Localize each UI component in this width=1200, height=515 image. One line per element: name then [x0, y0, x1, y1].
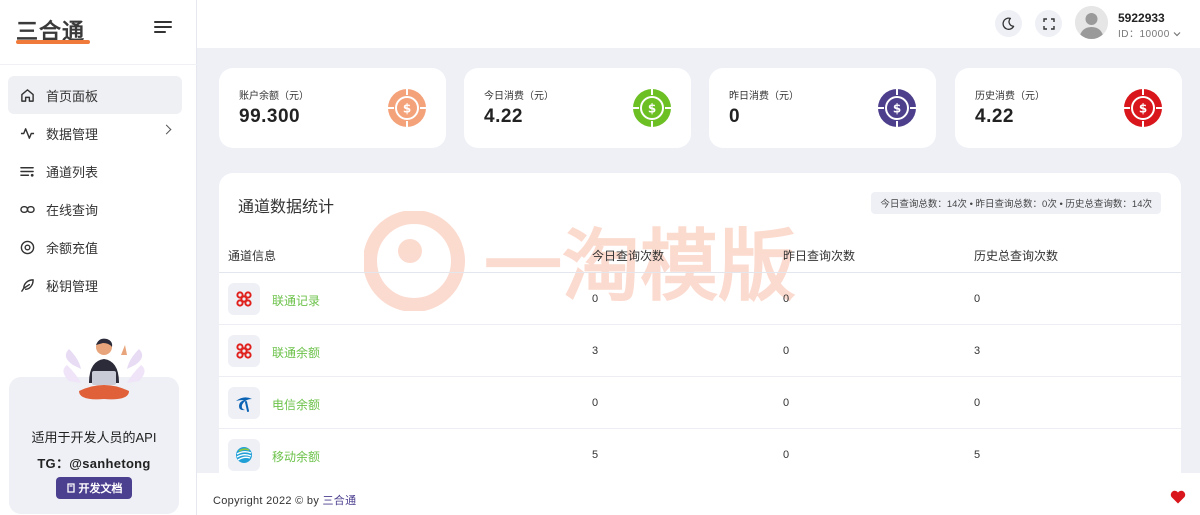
sidebar-item-label: 秘钥管理 — [46, 278, 99, 294]
mobile-icon — [228, 439, 260, 471]
channel-name-link[interactable]: 电信余额 — [272, 396, 320, 413]
channel-name-link[interactable]: 移动余额 — [272, 448, 320, 465]
column-header: 昨日查询次数 — [783, 249, 856, 263]
today-count: 0 — [592, 293, 599, 305]
user-name[interactable]: 5922933 — [1118, 11, 1165, 25]
sidebar-item-key-management[interactable]: 秘钥管理 — [8, 266, 182, 304]
sidebar-item-recharge[interactable]: 余额充值 — [8, 228, 182, 266]
money-icon: $ — [633, 89, 671, 127]
today-count: 5 — [592, 449, 599, 461]
total-count: 3 — [974, 345, 981, 357]
stat-card-history: 历史消费（元） 4.22 $ — [955, 68, 1182, 148]
user-id-dropdown[interactable]: ID：10000 — [1118, 25, 1181, 40]
moon-icon — [1002, 17, 1015, 30]
activity-icon — [19, 125, 35, 141]
list-icon — [19, 163, 35, 179]
money-icon: $ — [388, 89, 426, 127]
total-count: 5 — [974, 449, 981, 461]
chevron-right-icon — [161, 124, 172, 135]
column-header: 历史总查询次数 — [974, 249, 1059, 263]
total-count: 0 — [974, 397, 981, 409]
stat-label: 账户余额（元） — [239, 91, 309, 102]
telecom-icon — [228, 387, 260, 419]
unicom-icon — [228, 335, 260, 367]
today-count: 3 — [592, 345, 599, 357]
fullscreen-icon — [1042, 17, 1055, 30]
avatar[interactable] — [1075, 6, 1108, 39]
logo-underline — [16, 40, 90, 44]
link-icon — [19, 201, 35, 217]
sidebar-item-channel-list[interactable]: 通道列表 — [8, 152, 182, 190]
divider — [0, 64, 197, 65]
money-icon: $ — [878, 89, 916, 127]
table-header: 通道信息 今日查询次数 昨日查询次数 历史总查询次数 — [219, 235, 1181, 273]
footer-brand-link[interactable]: 三合通 — [323, 495, 357, 507]
channel-stats-panel: 通道数据统计 今日查询总数：14次 • 昨日查询总数：0次 • 历史总查询数：1… — [219, 173, 1181, 473]
dev-docs-button[interactable]: 开发文档 — [56, 477, 132, 499]
yesterday-count: 0 — [783, 345, 790, 357]
unicom-icon — [228, 283, 260, 315]
svg-text:$: $ — [1139, 102, 1147, 116]
column-header: 通道信息 — [228, 249, 277, 263]
stat-label: 今日消费（元） — [484, 91, 554, 102]
yesterday-count: 0 — [783, 293, 790, 305]
heart-icon — [1170, 490, 1186, 504]
sidebar-menu: 首页面板 数据管理 通道列表 在线查询 余额充值 秘钥管理 — [8, 76, 182, 304]
feather-icon — [19, 277, 35, 293]
sidebar-item-label: 通道列表 — [46, 164, 99, 180]
yesterday-count: 0 — [783, 449, 790, 461]
sidebar-item-dashboard[interactable]: 首页面板 — [8, 76, 182, 114]
fullscreen-button[interactable] — [1035, 10, 1062, 37]
stat-label: 昨日消费（元） — [729, 91, 799, 102]
logo[interactable]: 三合通 — [16, 14, 96, 46]
svg-text:$: $ — [893, 102, 901, 116]
stat-value: 0 — [729, 106, 741, 127]
sidebar-item-label: 首页面板 — [46, 88, 99, 104]
channel-name-link[interactable]: 联通记录 — [272, 292, 320, 309]
sidebar-item-label: 在线查询 — [46, 202, 99, 218]
home-icon — [19, 87, 35, 103]
footer: Copyright 2022 © by 三合通 — [197, 473, 1200, 515]
yesterday-count: 0 — [783, 397, 790, 409]
developer-illustration — [63, 338, 145, 400]
user-id: ID：10000 — [1118, 29, 1170, 40]
money-icon: $ — [1124, 89, 1162, 127]
stat-label: 历史消费（元） — [975, 91, 1045, 102]
stat-value: 4.22 — [975, 106, 1014, 127]
promo-title: 适用于开发人员的API — [31, 430, 157, 445]
stat-card-today: 今日消费（元） 4.22 $ — [464, 68, 691, 148]
table-row: 联通余额 3 0 3 — [219, 325, 1181, 377]
menu-toggle-icon[interactable] — [154, 21, 172, 35]
stat-card-yesterday: 昨日消费（元） 0 $ — [709, 68, 936, 148]
sidebar-item-online-query[interactable]: 在线查询 — [8, 190, 182, 228]
copyright-prefix: Copyright 2022 © by — [213, 495, 323, 507]
table-row: 电信余额 0 0 0 — [219, 377, 1181, 429]
svg-text:$: $ — [648, 102, 656, 116]
today-count: 0 — [592, 397, 599, 409]
sidebar-item-data-management[interactable]: 数据管理 — [8, 114, 182, 152]
sidebar: 三合通 首页面板 数据管理 通道列表 在线查询 余额充值 秘钥管理 适用于开发人… — [0, 0, 197, 515]
coin-icon — [19, 239, 35, 255]
svg-text:$: $ — [403, 102, 411, 116]
book-icon — [66, 483, 75, 493]
stat-value: 4.22 — [484, 106, 523, 127]
panel-title: 通道数据统计 — [238, 199, 335, 216]
dark-mode-toggle[interactable] — [995, 10, 1022, 37]
table-row: 联通记录 0 0 0 — [219, 273, 1181, 325]
promo-telegram: TG：@sanhetong — [37, 456, 151, 471]
stat-card-balance: 账户余额（元） 99.300 $ — [219, 68, 446, 148]
chevron-down-icon — [1173, 32, 1181, 37]
sidebar-item-label: 数据管理 — [46, 126, 99, 142]
table-row: 移动余额 5 0 5 — [219, 429, 1181, 473]
stat-value: 99.300 — [239, 106, 301, 127]
total-count: 0 — [974, 293, 981, 305]
sidebar-item-label: 余额充值 — [46, 240, 99, 256]
channel-name-link[interactable]: 联通余额 — [272, 344, 320, 361]
column-header: 今日查询次数 — [592, 249, 665, 263]
api-promo-card: 适用于开发人员的API TG：@sanhetong 开发文档 — [9, 338, 179, 514]
dev-docs-label: 开发文档 — [78, 483, 123, 495]
copyright: Copyright 2022 © by 三合通 — [213, 492, 356, 508]
top-header: 5922933 ID：10000 — [197, 0, 1200, 48]
query-summary-badge: 今日查询总数：14次 • 昨日查询总数：0次 • 历史总查询数：14次 — [871, 192, 1161, 214]
